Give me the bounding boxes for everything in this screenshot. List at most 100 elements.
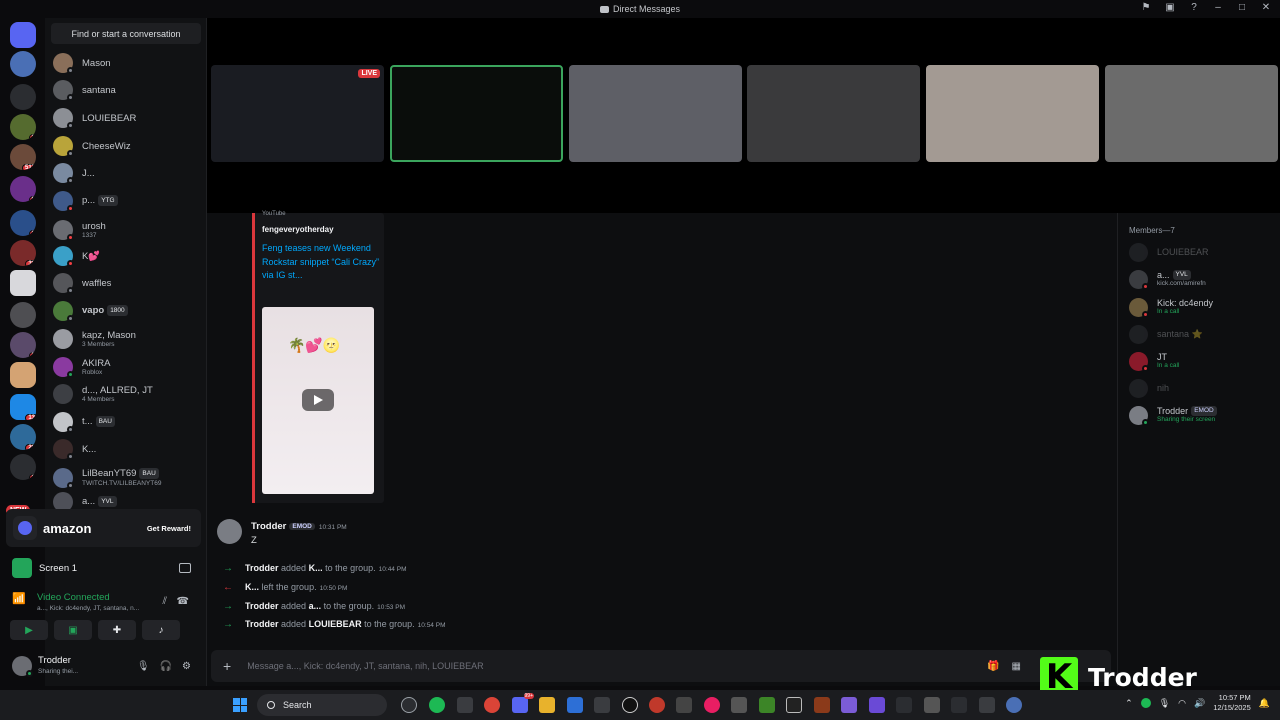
promo-banner[interactable]: amazon Get Reward! [6,509,201,547]
message-composer[interactable]: + Message a..., Kick: dc4endy, JT, santa… [211,650,1111,682]
noise-suppression-icon[interactable]: ⫽ [163,596,167,607]
windows-start-icon[interactable] [233,698,247,712]
editor-icon[interactable] [567,697,583,713]
app-icon[interactable] [814,697,830,713]
server-icon[interactable] [10,270,36,296]
stop-stream-icon[interactable] [179,563,191,573]
member-item[interactable]: Kick: dc4endy In a call [1129,296,1279,318]
app-icon[interactable] [401,697,417,713]
app-icon[interactable] [951,697,967,713]
spotify-tray-icon[interactable] [1140,698,1151,708]
stream-tile[interactable]: LIVE [211,65,384,162]
inbox-icon[interactable]: ⚑ [1140,2,1152,14]
video-tile[interactable] [569,65,742,162]
event-actor[interactable]: Trodder [245,619,279,629]
app-icon[interactable] [979,697,995,713]
app-icon[interactable] [594,697,610,713]
avatar[interactable] [217,519,242,544]
member-item[interactable]: a... YVL kick.com/amirefn [1129,268,1279,290]
message-input[interactable]: Message a..., Kick: dc4endy, JT, santana… [247,661,483,671]
server-icon[interactable] [10,84,36,110]
server-icon[interactable]: 36 [10,240,36,266]
embed-video-thumbnail[interactable]: 🌴💕🌝 [262,307,374,494]
spotify-icon[interactable] [429,697,445,713]
minimize-button[interactable]: – [1212,2,1224,14]
close-button[interactable]: ✕ [1260,2,1272,14]
find-conversation-button[interactable]: Find or start a conversation [51,23,201,44]
app-icon[interactable] [841,697,857,713]
gift-icon[interactable]: 🎁 [987,661,999,672]
dm-item[interactable]: santana [53,78,203,102]
app-icon[interactable] [896,697,912,713]
wifi-icon[interactable]: ◠ [1178,698,1186,709]
video-tile[interactable] [747,65,920,162]
event-target[interactable]: K... [309,563,323,573]
dm-item[interactable]: t... BAU [53,410,203,434]
app-icon[interactable] [704,697,720,713]
dm-item[interactable]: vapo 1800 [53,299,203,323]
dm-item[interactable]: AKIRA Roblox [53,355,203,379]
app-icon[interactable] [676,697,692,713]
get-reward-button[interactable]: Get Reward! [147,524,191,533]
voice-status[interactable]: Video Connected [37,592,110,603]
event-actor[interactable]: Trodder [245,563,279,573]
event-target[interactable]: a... [309,601,322,611]
screen-share-button[interactable]: ▣ [54,620,92,640]
dm-item[interactable]: d..., ALLRED, JT 4 Members [53,382,203,406]
disconnect-icon[interactable]: ☎ [177,596,189,607]
gamepad-icon[interactable] [869,697,885,713]
dm-item[interactable]: LOUIEBEAR [53,106,203,130]
dm-item[interactable]: K... [53,437,203,461]
embed-author[interactable]: fengeveryotherday [262,225,334,234]
video-tile-selected[interactable] [390,65,563,162]
screen-icon[interactable]: ▣ [1164,2,1176,14]
minecraft-icon[interactable] [759,697,775,713]
notification-bell-icon[interactable]: 🔔 [1259,698,1270,709]
activities-button[interactable]: ✚ [98,620,136,640]
discord-icon[interactable]: 99+ [512,693,534,713]
folder-icon[interactable] [539,697,555,713]
member-item[interactable]: LOUIEBEAR [1129,241,1279,263]
taskbar-search[interactable]: Search [257,694,387,716]
member-item[interactable]: JT In a call [1129,350,1279,372]
dm-item[interactable]: LilBeanYT69 BAU TWITCH.TV/LILBEANYT69 [53,466,203,490]
member-item[interactable]: santana ⭐ [1129,323,1279,345]
server-icon[interactable]: 13 [10,394,36,420]
server-icon[interactable]: 3 [10,114,36,140]
video-tile[interactable] [926,65,1099,162]
server-icon[interactable] [10,362,36,388]
dm-item[interactable]: K💕 [53,244,203,268]
dm-item[interactable]: Mason [53,51,203,75]
dm-item[interactable]: CheeseWiz [53,134,203,158]
dm-item[interactable]: waffles [53,271,203,295]
settings-icon[interactable]: ⚙ [182,661,191,672]
maximize-button[interactable]: □ [1236,2,1248,14]
dm-item[interactable]: p... YTG [53,189,203,213]
event-actor[interactable]: Trodder [245,601,279,611]
server-icon[interactable] [10,51,36,77]
camera-button[interactable]: ▶ [10,620,48,640]
embed-title-link[interactable]: Feng teases new Weekend Rockstar snippet… [262,242,380,283]
server-icon[interactable]: 28 [10,424,36,450]
video-tile[interactable] [1105,65,1278,162]
chevron-up-icon[interactable]: ⌃ [1125,698,1133,709]
chrome-icon[interactable] [484,697,500,713]
server-icon[interactable]: 9 [10,176,36,202]
member-item[interactable]: nih [1129,377,1279,399]
app-icon[interactable] [1006,697,1022,713]
server-icon[interactable]: 1 [10,454,36,480]
home-button[interactable] [10,22,36,48]
gif-icon[interactable]: ▦ [1012,661,1021,672]
clock[interactable]: 10:57 PM 12/15/2025 [1213,693,1251,713]
app-icon[interactable] [924,697,940,713]
server-icon[interactable]: 517 [10,144,36,170]
app-icon[interactable] [731,697,747,713]
attach-plus-icon[interactable]: + [223,658,231,674]
play-icon[interactable] [302,389,334,411]
server-icon[interactable]: 2 [10,210,36,236]
signal-icon[interactable]: 📶 [12,592,26,606]
app-icon[interactable] [622,697,638,713]
username[interactable]: Trodder Sharing thei... [38,655,78,677]
soundboard-button[interactable]: ♪ [142,620,180,640]
mic-icon[interactable]: 🎙 [137,661,150,672]
